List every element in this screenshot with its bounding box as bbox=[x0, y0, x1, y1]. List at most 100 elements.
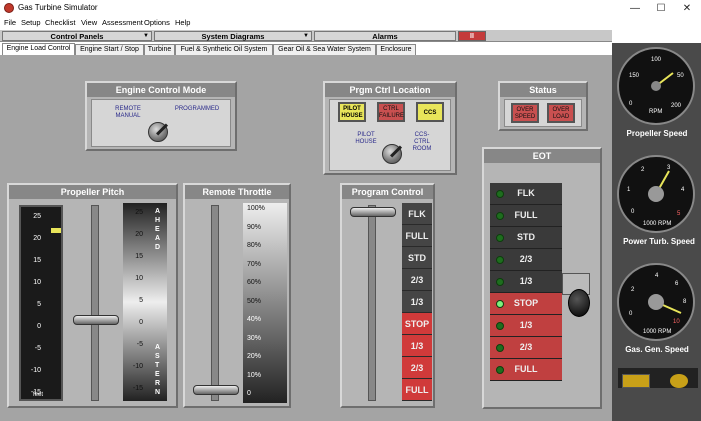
throttle-scale-label: 90% bbox=[247, 223, 262, 231]
program-setpoint-0[interactable]: FLK bbox=[402, 203, 432, 225]
program-setpoint-6[interactable]: 1/3 bbox=[402, 335, 432, 357]
gauge-unit: 1000 RPM bbox=[643, 221, 672, 227]
gauge-tick: 4 bbox=[681, 187, 685, 193]
tab-engine-load-control[interactable]: Engine Load Control bbox=[2, 43, 75, 55]
program-setpoints: FLK FULL STD 2/3 1/3 STOP 1/3 2/3 FULL bbox=[402, 203, 432, 403]
tab-fuel-oil-system[interactable]: Fuel & Synthetic Oil System bbox=[175, 44, 273, 55]
propeller-speed-gauge: 100 50 0 200 150 RPM Propeller Speed bbox=[617, 47, 697, 138]
pitch-slider-track bbox=[91, 205, 99, 401]
program-setpoint-8[interactable]: FULL bbox=[402, 379, 432, 401]
eot-position-6[interactable]: 1/3 bbox=[490, 315, 562, 337]
gauge-tick: 150 bbox=[629, 73, 640, 79]
tab-gear-oil-system[interactable]: Gear Oil & Sea Water System bbox=[273, 44, 376, 55]
smoke-indicator bbox=[622, 374, 650, 388]
gauge-tick: 50 bbox=[677, 73, 684, 79]
eot-position-3[interactable]: 2/3 bbox=[490, 249, 562, 271]
power-turbine-dial: 3 2 1 0 4 5 1000 RPM bbox=[617, 155, 695, 233]
dropdown-label: Control Panels bbox=[50, 32, 104, 41]
eot-position-5[interactable]: STOP bbox=[490, 293, 562, 315]
dropdown-label: System Diagrams bbox=[201, 32, 265, 41]
eot-position-label: STOP bbox=[513, 298, 539, 308]
overspeed-indicator: OVER SPEED bbox=[511, 103, 539, 123]
gauge-tick: 200 bbox=[671, 103, 682, 109]
pitch-slider-handle[interactable] bbox=[73, 315, 119, 325]
power-turbine-speed-gauge: 3 2 1 0 4 5 1000 RPM Power Turb. Speed bbox=[617, 155, 701, 246]
pitch-scale-label: 25 bbox=[33, 213, 41, 220]
eot-indicator-lamp bbox=[496, 322, 504, 330]
program-setpoint-1[interactable]: FULL bbox=[402, 225, 432, 247]
menu-checklist[interactable]: Checklist bbox=[45, 18, 75, 27]
maximize-button[interactable]: ☐ bbox=[648, 1, 674, 16]
eot-position-1[interactable]: FULL bbox=[490, 205, 562, 227]
chevron-down-icon: ▼ bbox=[143, 33, 149, 39]
throttle-slider-handle[interactable] bbox=[193, 385, 239, 395]
menu-setup[interactable]: Setup bbox=[21, 18, 41, 27]
pilot-house-button[interactable]: PILOT HOUSE bbox=[338, 102, 366, 122]
engine-mode-knob[interactable] bbox=[148, 122, 168, 142]
eot-indicator-lamp bbox=[496, 190, 504, 198]
pitch-scale-bar: 25 20 15 10 5 0 -5 -10 -15 feet bbox=[19, 205, 63, 401]
minimize-button[interactable]: — bbox=[622, 1, 648, 16]
radiation-icon bbox=[670, 374, 688, 388]
overload-indicator: OVER LOAD bbox=[547, 103, 575, 123]
program-setpoint-4[interactable]: 1/3 bbox=[402, 291, 432, 313]
throttle-scale-label: 30% bbox=[247, 334, 262, 342]
eot-indicator-lamp bbox=[496, 234, 504, 242]
tab-enclosure[interactable]: Enclosure bbox=[376, 44, 416, 55]
program-control-location-panel: Prgm Ctrl Location PILOT HOUSE CTRL FAIL… bbox=[323, 81, 457, 175]
gauge-tick: 3 bbox=[667, 165, 671, 171]
eot-position-2[interactable]: STD bbox=[490, 227, 562, 249]
throttle-scale-label: 10% bbox=[247, 371, 262, 379]
eot-position-7[interactable]: 2/3 bbox=[490, 337, 562, 359]
menu-file[interactable]: File bbox=[4, 18, 16, 27]
tab-turbine[interactable]: Turbine bbox=[144, 44, 175, 55]
pitch-scale-label: 10 bbox=[33, 279, 41, 286]
control-panels-dropdown[interactable]: Control Panels ▼ bbox=[2, 31, 152, 41]
pitch-scale-label: 20 bbox=[33, 235, 41, 242]
eot-indicator-lamp bbox=[496, 256, 504, 264]
throttle-scale-label: 60% bbox=[247, 279, 262, 286]
propeller-speed-dial: 100 50 0 200 150 RPM bbox=[617, 47, 695, 125]
eot-position-label: 1/3 bbox=[519, 276, 533, 286]
gauge-tick: 1 bbox=[627, 187, 631, 193]
gauge-unit: 1000 RPM bbox=[643, 329, 672, 335]
program-slider-track bbox=[368, 205, 376, 401]
power-turbine-needle bbox=[648, 170, 670, 202]
location-knob[interactable] bbox=[382, 144, 402, 164]
program-setpoint-5[interactable]: STOP bbox=[402, 313, 432, 335]
pitch-indicator-marker bbox=[51, 228, 61, 233]
eot-position-0[interactable]: FLK bbox=[490, 183, 562, 205]
eot-position-label: 2/3 bbox=[519, 254, 533, 264]
program-setpoint-2[interactable]: STD bbox=[402, 247, 432, 269]
menu-bar: File Setup Checklist View Assessment Opt… bbox=[0, 17, 701, 29]
chevron-down-icon: ▼ bbox=[303, 33, 309, 39]
eot-position-label: STD bbox=[517, 232, 535, 242]
pitch-scale-label: 10 bbox=[135, 275, 143, 282]
menu-options[interactable]: Options bbox=[144, 18, 170, 27]
tab-engine-start-stop[interactable]: Engine Start / Stop bbox=[75, 44, 144, 55]
menu-assessment[interactable]: Assessment bbox=[102, 18, 143, 27]
menu-view[interactable]: View bbox=[81, 18, 97, 27]
gauge-tick: 0 bbox=[629, 311, 633, 317]
ccs-button[interactable]: CCS bbox=[416, 102, 444, 122]
eot-lever-handle[interactable] bbox=[568, 289, 590, 317]
eot-indicator-lamp bbox=[496, 344, 504, 352]
throttle-scale-label: 40% bbox=[247, 316, 262, 323]
app-icon bbox=[4, 3, 14, 13]
pause-button[interactable]: II bbox=[458, 31, 486, 41]
eot-panel: EOT FLK FULL STD 2/3 1/3 STOP 1/3 2/3 FULL bbox=[482, 147, 602, 409]
menu-help[interactable]: Help bbox=[175, 18, 190, 27]
program-slider-handle[interactable] bbox=[350, 207, 396, 217]
dropdown-label: Alarms bbox=[372, 32, 398, 41]
system-diagrams-dropdown[interactable]: System Diagrams ▼ bbox=[154, 31, 312, 41]
status-inner: OVER SPEED OVER LOAD bbox=[504, 99, 582, 127]
eot-position-4[interactable]: 1/3 bbox=[490, 271, 562, 293]
program-setpoint-3[interactable]: 2/3 bbox=[402, 269, 432, 291]
alarms-dropdown[interactable]: Alarms bbox=[314, 31, 456, 41]
panel-title: Status bbox=[500, 83, 586, 97]
gauge-tick: 100 bbox=[651, 57, 662, 63]
program-setpoint-7[interactable]: 2/3 bbox=[402, 357, 432, 379]
close-button[interactable]: ✕ bbox=[674, 1, 700, 16]
gauge-tick: 5 bbox=[677, 211, 681, 217]
eot-position-8[interactable]: FULL bbox=[490, 359, 562, 381]
